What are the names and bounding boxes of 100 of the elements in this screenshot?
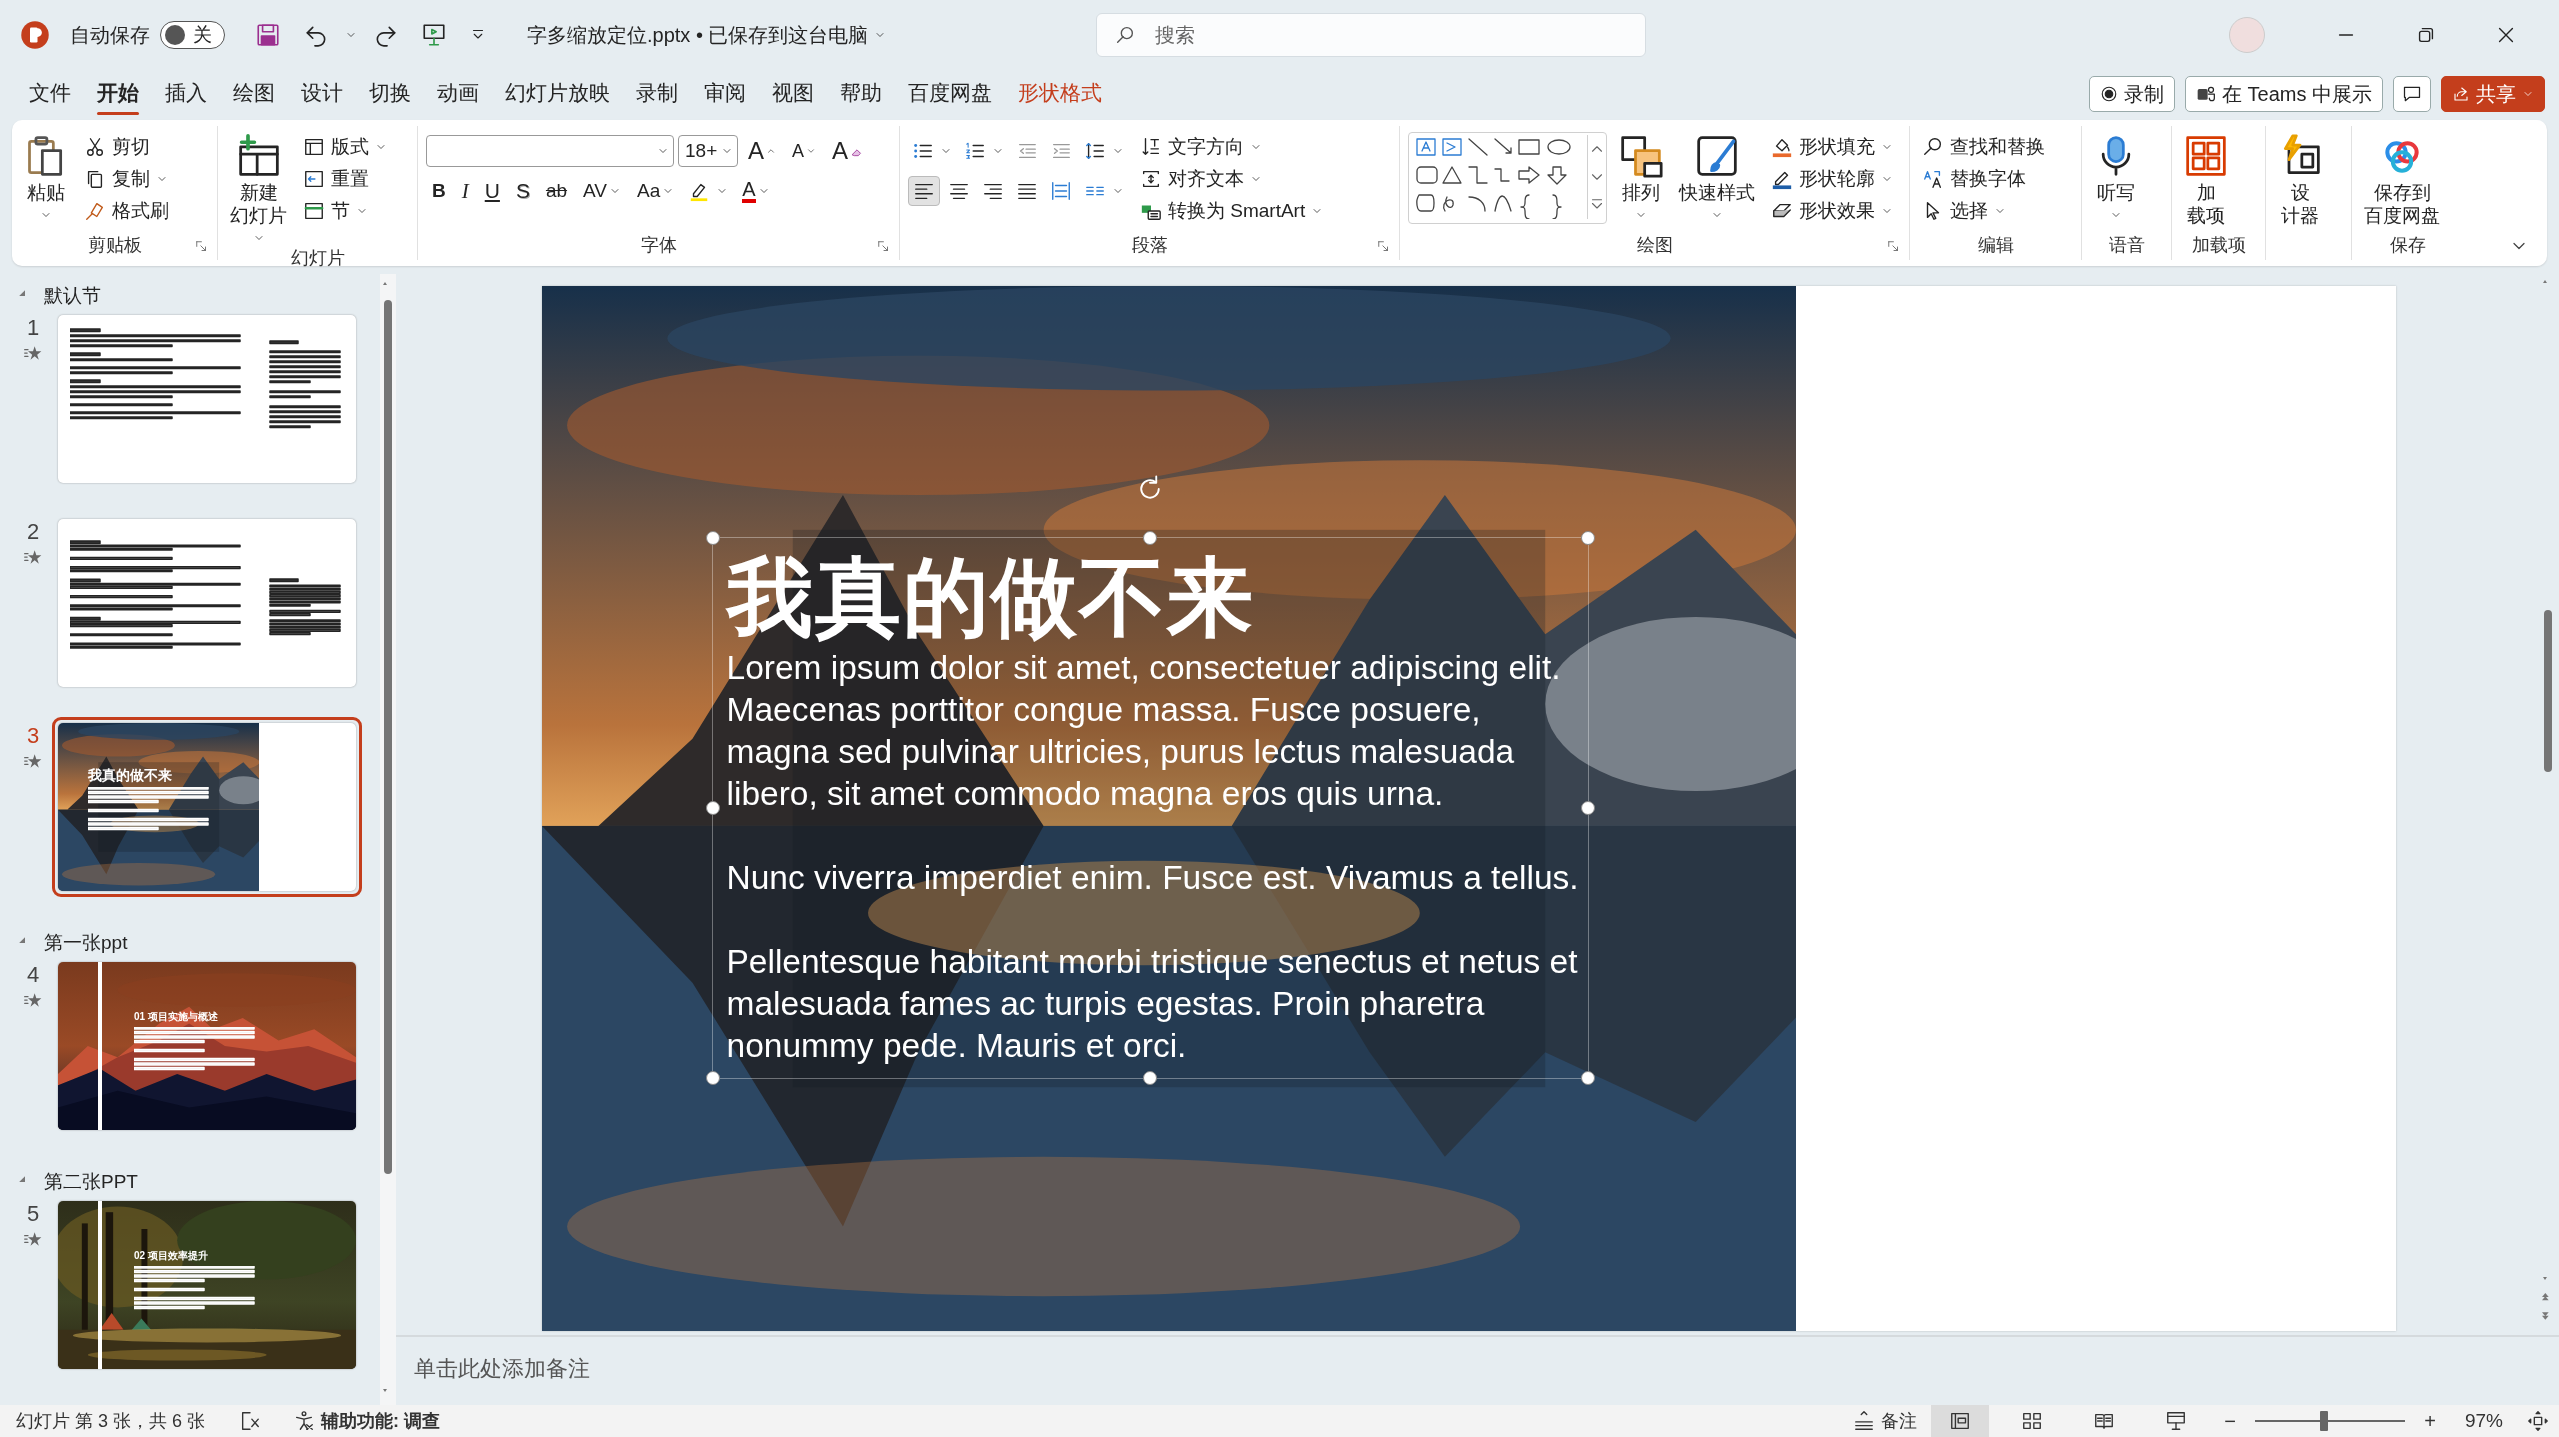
shape-effects-button[interactable]: 形状效果 (1767, 196, 1897, 226)
comments-button[interactable] (2393, 76, 2431, 112)
teams-present-button[interactable]: 在 Teams 中展示 (2184, 76, 2383, 112)
new-slide-button[interactable]: 新建 幻灯片 (226, 132, 291, 246)
presentation-icon[interactable] (421, 22, 447, 48)
slider-thumb[interactable] (2319, 1411, 2328, 1431)
shrink-font-button[interactable]: A (786, 134, 823, 168)
text-direction-button[interactable]: 文字方向 (1136, 132, 1328, 162)
menu-tab[interactable]: 形状格式 (1005, 73, 1115, 115)
fit-to-window-icon[interactable] (2527, 1410, 2549, 1432)
menu-tab[interactable]: 帮助 (827, 73, 895, 115)
quick-styles-button[interactable]: 快速样式 (1675, 132, 1759, 223)
dialog-launcher-icon[interactable] (877, 240, 891, 254)
accessibility-icon (293, 1410, 316, 1432)
paint-bucket-button[interactable]: 形状填充 (1767, 132, 1897, 162)
search-icon (1922, 136, 1944, 158)
distributed-icon (1050, 180, 1072, 202)
grow-font-button[interactable]: A (742, 134, 782, 168)
search-button[interactable]: 查找和替换 (1918, 132, 2049, 162)
spelling-check-icon[interactable] (239, 1410, 262, 1432)
zoom-slider[interactable] (2254, 1410, 2405, 1432)
record-button[interactable]: 录制 (2088, 76, 2175, 112)
document-title[interactable]: 字多缩放定位.pptx • 已保存到这台电脑 (527, 21, 887, 49)
menu-tab[interactable]: 设计 (288, 73, 356, 115)
zoom-level[interactable]: 97% (2464, 1410, 2503, 1432)
slide-number: 4 (26, 962, 40, 988)
designer-button[interactable]: 设 计器 (2274, 132, 2326, 230)
grid-icon (2184, 134, 2228, 178)
align-text-icon (1140, 168, 1162, 190)
share-button[interactable]: 共享 (2441, 76, 2545, 112)
menu-tab[interactable]: 幻灯片放映 (492, 73, 623, 115)
italic-button[interactable]: I (455, 174, 475, 208)
menu-tab[interactable]: 插入 (152, 73, 220, 115)
strikethrough-button[interactable]: ab (539, 174, 574, 208)
addins-button[interactable]: 加 载项 (2180, 132, 2232, 230)
slide-number: 5 (26, 1201, 40, 1227)
align-text-button[interactable]: 对齐文本 (1136, 164, 1328, 194)
underline-button[interactable]: U (478, 174, 506, 208)
clear-format-button[interactable]: A (826, 134, 871, 168)
up-caret-icon (766, 146, 776, 156)
spacing-button[interactable]: AV (577, 174, 627, 208)
menu-tab[interactable]: 切换 (356, 73, 424, 115)
text-box[interactable] (704, 530, 1596, 1086)
paragraph: Pellentesque habitant morbi tristique senectus et netus et malesuada fames ac turpis egestas. Proin pharetra nonummy pede. Mauris et orci. (726, 942, 1579, 1066)
notes-field[interactable]: 单击此处添加备注 (414, 1350, 2559, 1392)
accessibility-button[interactable]: 辅助功能: 调查 (293, 1409, 441, 1433)
shadow-button[interactable]: S (509, 174, 536, 208)
section-name[interactable]: 第二张PPT (44, 1168, 138, 1195)
font-name-field[interactable] (426, 135, 674, 167)
brush-button[interactable]: 格式刷 (80, 196, 173, 226)
group-label: 加载项 (2191, 234, 2246, 257)
cursor-button[interactable]: 选择 (1918, 196, 2049, 226)
bold-button[interactable]: B (426, 174, 452, 208)
menu-tab[interactable]: 绘图 (220, 73, 288, 115)
slide-number: 2 (26, 519, 40, 545)
new-slide-icon (236, 134, 281, 178)
text-direction-icon (1140, 136, 1162, 158)
group-label: 字体 (640, 234, 677, 257)
notes-button[interactable]: 备注 (1852, 1409, 1917, 1433)
copy-button[interactable]: 复制 (80, 164, 173, 194)
menu-tab[interactable]: 文件 (16, 73, 84, 115)
menu-tab[interactable]: 百度网盘 (895, 73, 1005, 115)
dialog-launcher-icon[interactable] (1377, 240, 1391, 254)
autosave-toggle[interactable]: 关 (160, 21, 225, 49)
reset-button[interactable]: 重置 (299, 164, 391, 194)
layout-icon (303, 136, 325, 158)
section-name[interactable]: 第一张ppt (44, 929, 128, 956)
menu-tab[interactable]: 开始 (84, 73, 152, 115)
save-icon[interactable] (255, 22, 281, 48)
section-name[interactable]: 默认节 (44, 282, 101, 309)
case-button[interactable]: Aa (631, 174, 681, 208)
smartart-button[interactable]: 转换为 SmartArt (1136, 196, 1328, 226)
shapes-gallery[interactable] (1408, 132, 1607, 224)
zoom-out-button[interactable]: − (2218, 1409, 2241, 1433)
font-size-field[interactable]: 18+ (678, 135, 738, 167)
section-button[interactable]: 节 (299, 196, 391, 226)
scissors-button[interactable]: 剪切 (80, 132, 173, 162)
save-to-cloud-button[interactable]: 保存到 百度网盘 (2360, 132, 2444, 230)
normal-view-button[interactable] (1930, 1405, 1989, 1437)
dialog-launcher-icon[interactable] (1887, 240, 1901, 254)
menu-tab[interactable]: 审阅 (691, 73, 759, 115)
pencil-button[interactable]: 形状轮廓 (1767, 164, 1897, 194)
paste-button[interactable]: 粘贴 (20, 132, 72, 223)
arrange-button[interactable]: 排列 (1615, 132, 1667, 223)
menu-tab[interactable]: 视图 (759, 73, 827, 115)
group-label: 编辑 (1977, 234, 2014, 257)
zoom-in-button[interactable]: + (2418, 1409, 2441, 1433)
replace-fonts-button[interactable]: 替换字体 (1918, 164, 2049, 194)
autosave-label: 自动保存 (70, 22, 150, 48)
menu-tab[interactable]: 动画 (424, 73, 492, 115)
slide-thumbnail[interactable]: 我真的做不来 (52, 717, 362, 897)
dialog-launcher-icon[interactable] (195, 240, 209, 254)
search-field[interactable]: 搜索 (1096, 13, 1647, 57)
dictate-button[interactable]: 听写 (2090, 132, 2142, 223)
scrollbar-thumb[interactable] (2544, 610, 2552, 772)
font-color-button[interactable]: A (736, 174, 776, 208)
layout-button[interactable]: 版式 (299, 132, 391, 162)
align-left-button[interactable] (908, 176, 940, 206)
menu-tab[interactable]: 录制 (623, 73, 691, 115)
scrollbar-thumb[interactable] (384, 300, 392, 1174)
